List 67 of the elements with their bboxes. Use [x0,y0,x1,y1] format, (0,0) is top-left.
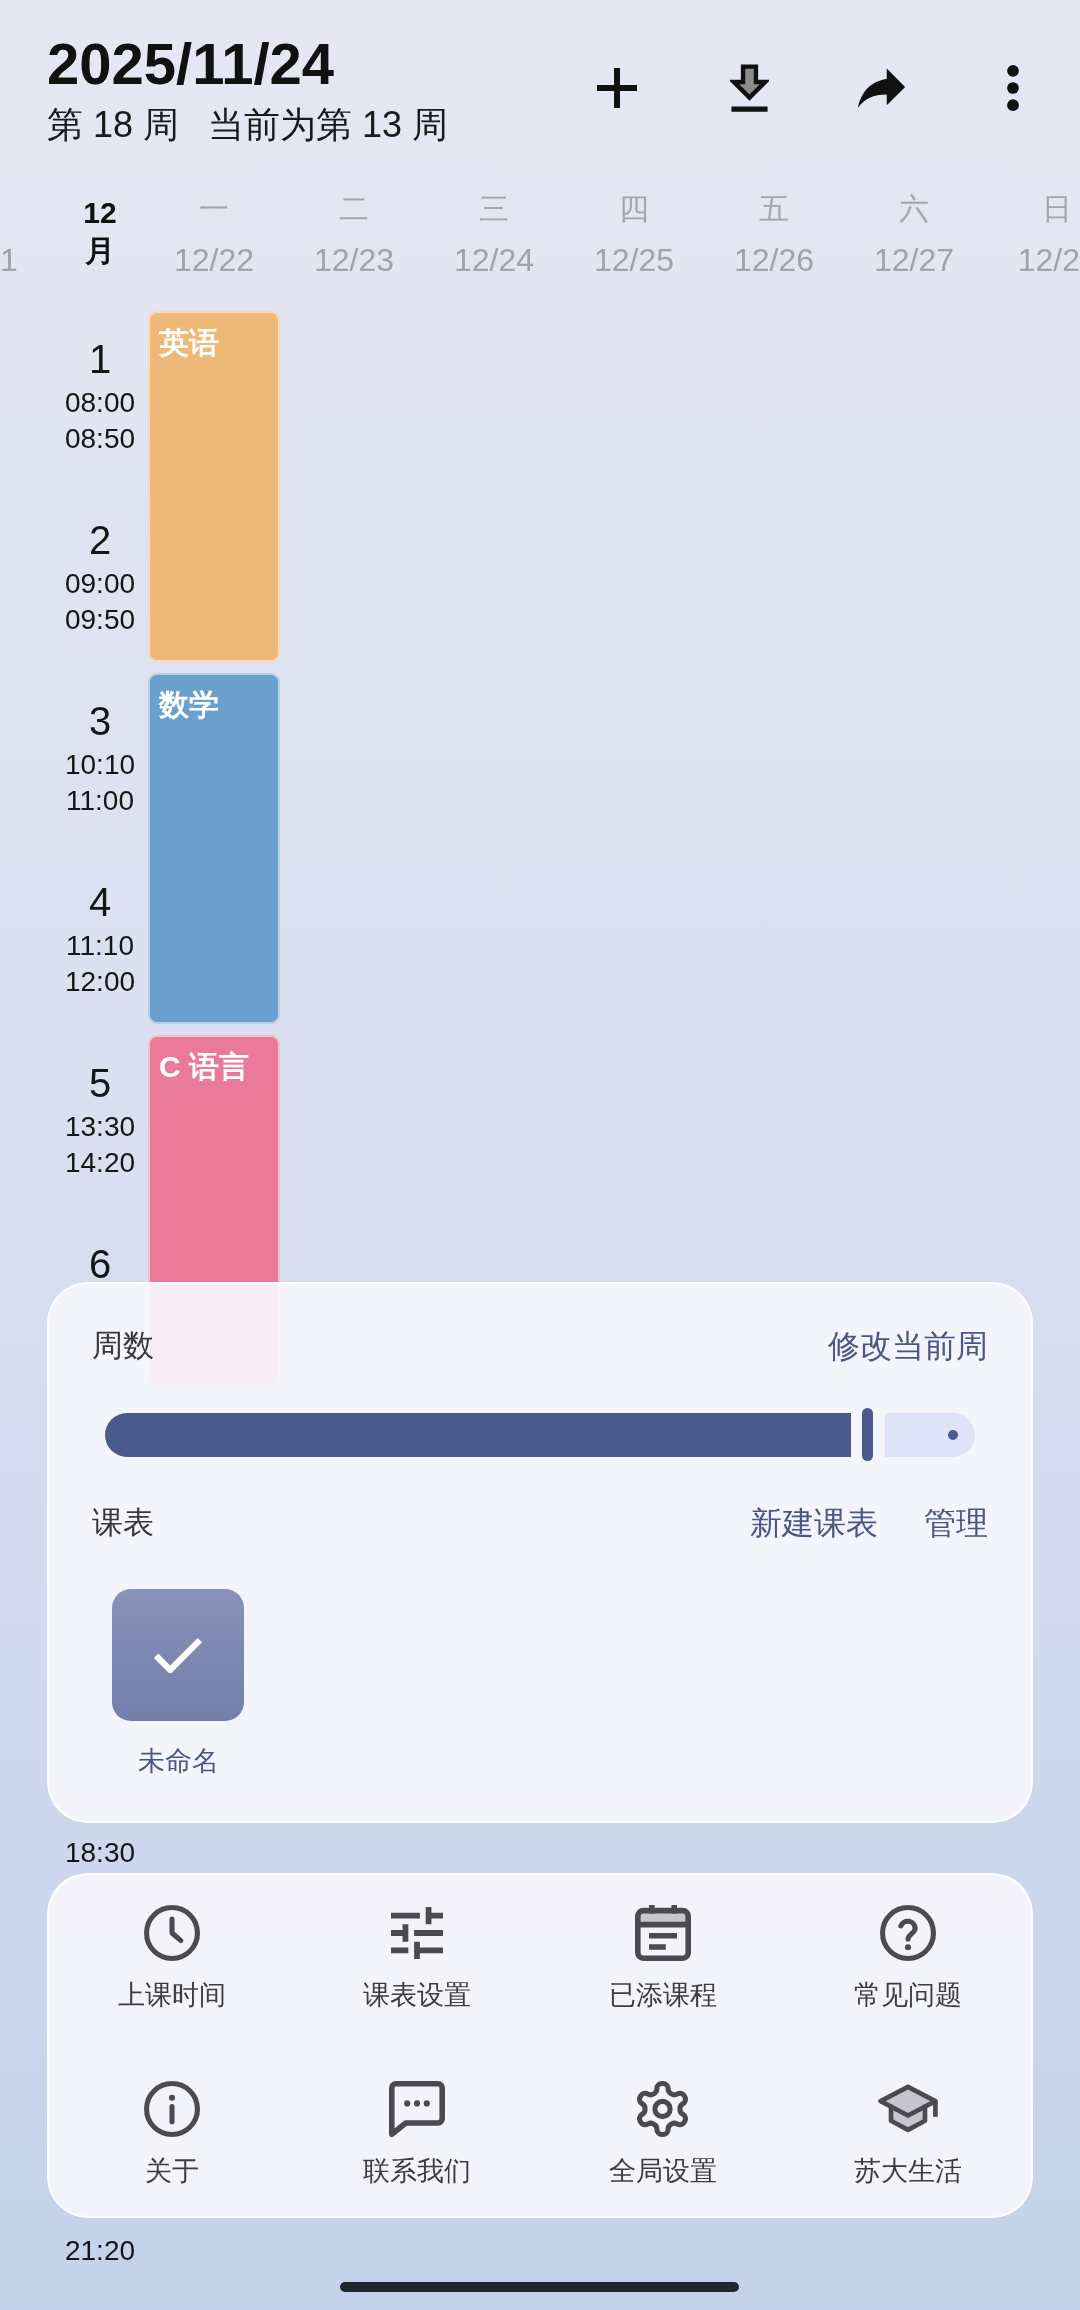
day-date: 12/2 [1017,241,1080,280]
menu-item[interactable]: 关于 [143,2081,200,2188]
current-week: 当前为第 13 周 [208,105,449,145]
week-slider[interactable] [105,1408,975,1461]
download-icon [729,63,769,113]
schedule-action-link[interactable]: 新建课表 [750,1507,878,1539]
weekday: 二 [339,191,369,227]
period-number: 6 [88,1246,112,1282]
period-number: 1 [88,341,112,377]
period-end-time: 11:00 [66,784,134,818]
calendar-icon [634,1905,691,1961]
menu-item[interactable]: 课表设置 [363,1905,472,2012]
period-number: 2 [88,522,112,558]
cut-date: 1 [0,241,18,280]
period-start-time: 10:10 [64,748,136,782]
check-icon [153,1637,203,1673]
help-icon [880,1905,937,1961]
day-date: 12/27 [873,241,955,280]
forward-arrow-icon [856,67,906,109]
class-time: 18:30 [64,1836,136,1870]
day-date: 12/26 [733,241,815,280]
week-number: 第 18 周 [47,105,180,145]
schedule-tile[interactable] [112,1589,244,1721]
schedule-name: 未命名 [137,1746,219,1776]
period-number: 5 [88,1065,112,1101]
period-end-time: 09:50 [64,603,136,637]
menu-item[interactable]: 常见问题 [854,1905,963,2012]
weekday: 四 [619,191,649,227]
month-number: 12 [83,195,117,231]
period-start-time: 08:00 [64,386,136,420]
class-time: 21:20 [64,2234,136,2268]
weekday: 六 [899,191,929,227]
menu-item[interactable]: 上课时间 [117,1905,226,2012]
menu-item[interactable]: 已添课程 [608,1905,717,2012]
period-start-time: 11:10 [66,929,134,963]
weekday: 三 [479,191,509,227]
clock-icon [143,1905,200,1961]
period-number: 4 [88,884,112,920]
graduation-cap-icon [878,2084,939,2134]
day-date: 12/24 [453,241,535,280]
menu-item[interactable]: 全局设置 [608,2081,717,2188]
slider-thumb[interactable] [861,1408,873,1461]
date-title: 2025/11/24 [47,31,335,97]
period-number: 3 [88,703,112,739]
edit-week-link[interactable]: 修改当前周 [828,1330,988,1362]
settings-icon [637,2081,689,2137]
schedule-action-link[interactable]: 管理 [924,1507,988,1539]
schedule-label: 课表 [92,1507,155,1539]
menu-item[interactable]: 苏大生活 [854,2081,963,2188]
sliders-icon [391,1907,444,1959]
weekday: 日 [1042,191,1072,227]
period-end-time: 12:00 [64,965,136,999]
weekday: 五 [759,191,789,227]
weekday: 一 [199,191,229,227]
day-date: 12/22 [173,241,255,280]
day-date: 12/23 [313,241,395,280]
vertical-dots-icon [1007,65,1019,111]
day-date: 12/25 [593,241,675,280]
plus-icon [597,68,637,108]
month-unit: 月 [85,233,115,269]
menu-item[interactable]: 联系我们 [363,2081,472,2188]
period-start-time: 13:30 [64,1110,136,1144]
period-start-time: 09:00 [64,567,136,601]
period-end-time: 08:50 [64,422,136,456]
chat-bubble-icon [389,2081,446,2137]
info-icon [143,2081,200,2137]
period-end-time: 14:20 [64,1146,136,1180]
